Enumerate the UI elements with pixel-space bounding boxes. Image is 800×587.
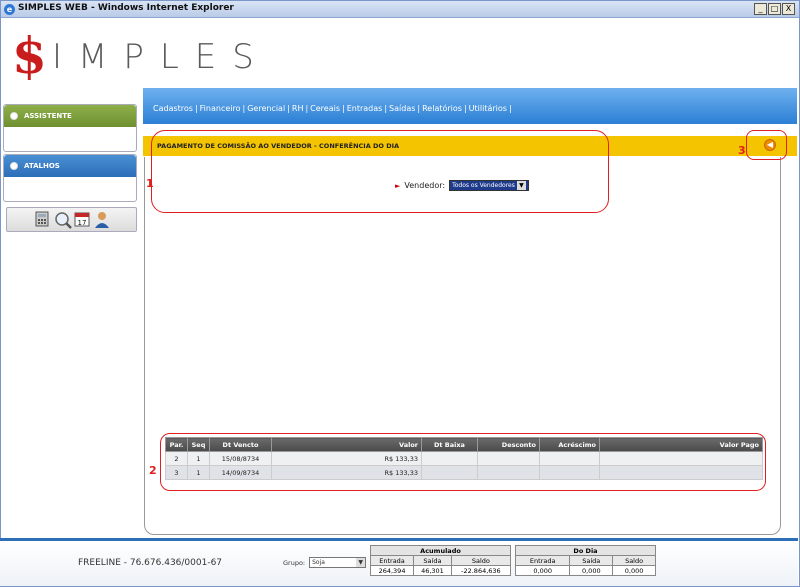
minimize-button[interactable]: _	[754, 3, 767, 15]
grupo-filter: Grupo: Soja ▼	[283, 557, 367, 568]
menu-separator: |	[287, 104, 290, 113]
acumulado-entrada-value: 264,394	[369, 565, 415, 576]
do-dia-saida-header: Saída	[569, 555, 614, 566]
do-dia-saldo-value: 0,000	[612, 565, 656, 576]
user-icon[interactable]	[94, 211, 110, 229]
logo-wordmark: IMPLES	[52, 37, 270, 77]
bullet-icon	[10, 112, 18, 120]
search-icon[interactable]	[54, 211, 72, 229]
company-info: FREELINE - 76.676.436/0001-67	[78, 558, 223, 568]
menu-item-financeiro[interactable]: Financeiro	[200, 104, 241, 113]
acumulado-title: Acumulado	[370, 545, 511, 556]
menu-item-rh[interactable]: RH	[292, 104, 304, 113]
do-dia-title: Do Dia	[515, 545, 656, 556]
annotation-number-3: 3	[738, 144, 746, 157]
menu-separator: |	[384, 104, 388, 113]
menu-item-gerencial[interactable]: Gerencial	[247, 104, 285, 113]
menu-item-cadastros[interactable]: Cadastros	[153, 104, 193, 113]
calendar-icon[interactable]: 17	[74, 211, 90, 229]
acumulado-saida-value: 46,301	[413, 565, 452, 576]
grupo-select[interactable]: Soja ▼	[309, 557, 367, 568]
tools-bar: 17	[6, 207, 137, 232]
annotation-box-2	[160, 433, 766, 491]
assistente-panel: ASSISTENTE	[3, 104, 137, 152]
do-dia-totals: Do Dia Entrada Saída Saldo 0,000 0,000 0…	[514, 545, 656, 576]
window-title: SIMPLES WEB - Windows Internet Explorer	[18, 3, 234, 13]
acumulado-saldo-value: -22.864,636	[450, 565, 512, 576]
menu-item-saidas[interactable]: Saídas	[389, 104, 415, 113]
annotation-box-3	[746, 130, 787, 160]
acumulado-entrada-header: Entrada	[369, 555, 415, 566]
chevron-down-icon: ▼	[356, 558, 366, 567]
title-bar: e SIMPLES WEB - Windows Internet Explore…	[1, 1, 799, 18]
do-dia-saldo-header: Saldo	[612, 555, 656, 566]
do-dia-saida-value: 0,000	[569, 565, 614, 576]
assistente-label: ASSISTENTE	[24, 112, 72, 120]
menu-separator: |	[463, 104, 467, 113]
menu-separator: |	[417, 104, 421, 113]
maximize-button[interactable]: □	[768, 3, 781, 15]
ie-icon: e	[4, 4, 15, 15]
menu-separator: |	[305, 104, 309, 113]
logo-dollar-symbol: $	[12, 26, 47, 85]
bullet-icon	[10, 162, 18, 170]
close-button[interactable]: X	[782, 3, 795, 15]
grupo-select-value: Soja	[312, 559, 325, 566]
atalhos-label: ATALHOS	[24, 162, 60, 170]
annotation-box-1	[151, 130, 609, 213]
acumulado-totals: Acumulado Entrada Saída Saldo 264,394 46…	[369, 545, 512, 576]
menu-item-cereais[interactable]: Cereais	[310, 104, 340, 113]
menu-separator: |	[194, 104, 198, 113]
atalhos-panel: ATALHOS	[3, 154, 137, 202]
calendar-day: 17	[77, 219, 86, 227]
menu-item-relatorios[interactable]: Relatórios	[422, 104, 462, 113]
menu-separator: |	[342, 104, 345, 113]
grupo-label: Grupo:	[283, 558, 306, 567]
annotation-number-2: 2	[149, 464, 157, 477]
main-menu: Cadastros | Financeiro | Gerencial | RH | Cereai…	[143, 88, 797, 124]
annotation-number-1: 1	[146, 177, 154, 190]
menu-separator: |	[508, 104, 512, 113]
do-dia-entrada-value: 0,000	[514, 565, 571, 576]
atalhos-header[interactable]: ATALHOS	[4, 155, 136, 177]
calculator-icon[interactable]	[34, 211, 50, 229]
menu-separator: |	[242, 104, 246, 113]
acumulado-saldo-header: Saldo	[450, 555, 512, 566]
menu-item-utilitarios[interactable]: Utilitários	[469, 104, 507, 113]
menu-item-entradas[interactable]: Entradas	[347, 104, 383, 113]
assistente-header[interactable]: ASSISTENTE	[4, 105, 136, 127]
do-dia-entrada-header: Entrada	[514, 555, 571, 566]
acumulado-saida-header: Saída	[413, 555, 452, 566]
